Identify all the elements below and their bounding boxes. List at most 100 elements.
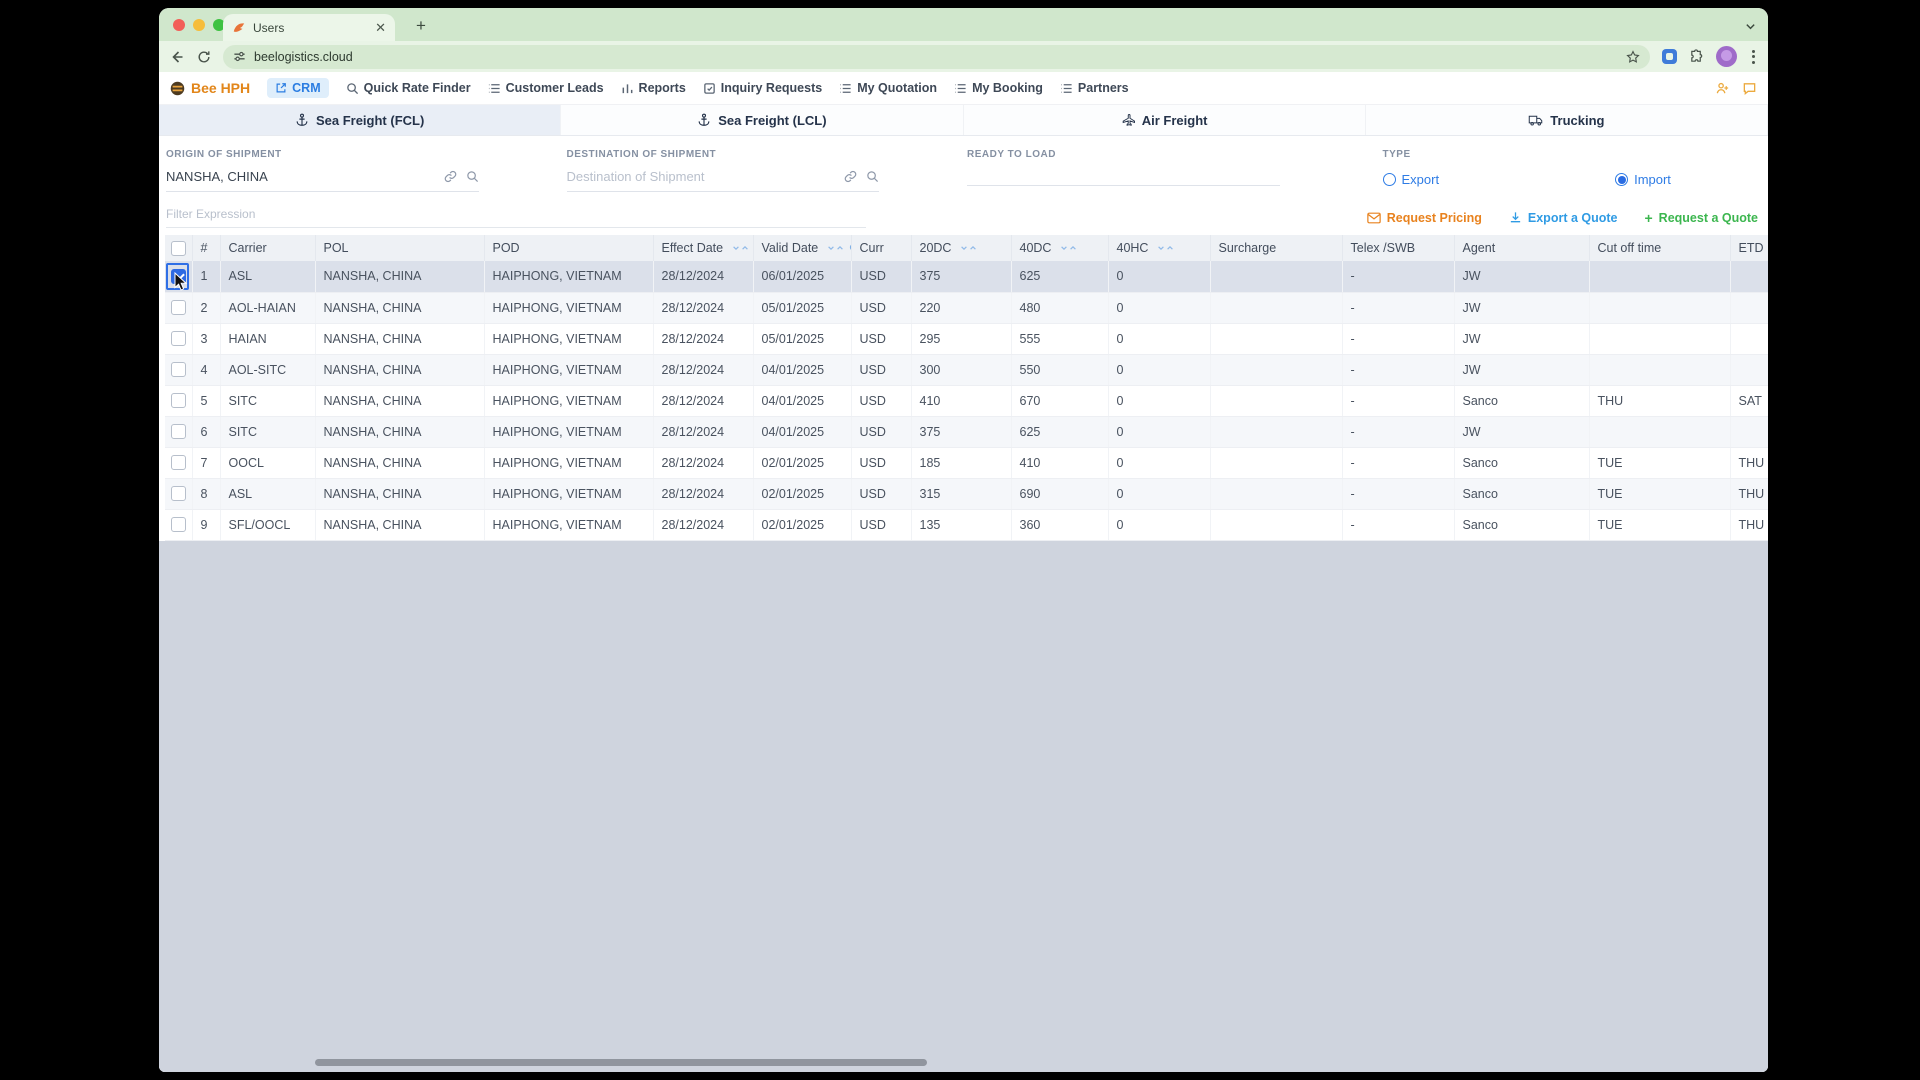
url-bar[interactable]: beelogistics.cloud xyxy=(223,45,1650,69)
tab-sea-freight-fcl[interactable]: Sea Freight (FCL) xyxy=(159,105,561,135)
tab-air-freight[interactable]: Air Freight xyxy=(964,105,1366,135)
row-checkbox[interactable] xyxy=(171,393,186,408)
row-checkbox[interactable] xyxy=(171,517,186,532)
link-icon[interactable] xyxy=(444,170,457,183)
sort-icons[interactable] xyxy=(1157,244,1174,252)
row-checkbox[interactable] xyxy=(171,362,186,377)
row-checkbox[interactable] xyxy=(171,424,186,439)
nav-item-inquiry-requests[interactable]: Inquiry Requests xyxy=(703,81,822,95)
carrier-cell: AOL-SITC xyxy=(220,354,315,385)
profile-avatar[interactable] xyxy=(1716,46,1737,67)
etd-cell: THU xyxy=(1730,447,1768,478)
link-icon[interactable] xyxy=(844,170,857,183)
num-cell: 9 xyxy=(192,509,220,540)
nav-item-customer-leads[interactable]: Customer Leads xyxy=(488,81,604,95)
curr-cell: USD xyxy=(851,447,911,478)
origin-input[interactable]: NANSHA, CHINA xyxy=(166,169,435,184)
table-row[interactable]: 6SITCNANSHA, CHINAHAIPHONG, VIETNAM28/12… xyxy=(165,416,1768,447)
minimize-window-button[interactable] xyxy=(193,19,205,31)
table-row[interactable]: 1ASLNANSHA, CHINAHAIPHONG, VIETNAM28/12/… xyxy=(165,261,1768,292)
puzzle-icon[interactable] xyxy=(1689,49,1704,64)
surcharge-cell xyxy=(1210,416,1342,447)
curr-cell: USD xyxy=(851,385,911,416)
table-row[interactable]: 7OOCLNANSHA, CHINAHAIPHONG, VIETNAM28/12… xyxy=(165,447,1768,478)
telex-cell: - xyxy=(1342,385,1454,416)
page-content: Bee HPH CRM Quick Rate Finder Customer L… xyxy=(159,72,1768,1072)
telex-cell: - xyxy=(1342,261,1454,292)
table-row[interactable]: 5SITCNANSHA, CHINAHAIPHONG, VIETNAM28/12… xyxy=(165,385,1768,416)
radio-export[interactable]: Export xyxy=(1383,172,1440,187)
select-all-checkbox[interactable] xyxy=(171,241,186,256)
sort-icons[interactable] xyxy=(960,244,977,252)
nav-item-reports[interactable]: Reports xyxy=(621,81,686,95)
tab-trucking[interactable]: Trucking xyxy=(1366,105,1768,135)
nav-item-my-booking[interactable]: My Booking xyxy=(954,81,1043,95)
cutoff-cell: TUE xyxy=(1589,447,1730,478)
radio-export-circle[interactable] xyxy=(1383,173,1396,186)
anchor-icon xyxy=(697,113,711,127)
extension-icon[interactable] xyxy=(1662,49,1677,64)
table-row[interactable]: 9SFL/OOCLNANSHA, CHINAHAIPHONG, VIETNAM2… xyxy=(165,509,1768,540)
c40-cell: 410 xyxy=(1011,447,1108,478)
app-navbar: Bee HPH CRM Quick Rate Finder Customer L… xyxy=(159,72,1768,105)
bookmark-star-icon[interactable] xyxy=(1626,50,1640,64)
table-header-row: #CarrierPOLPODEffect DateValid DateCurr2… xyxy=(165,235,1768,261)
pod-cell: HAIPHONG, VIETNAM xyxy=(484,478,653,509)
nav-item-my-quotation[interactable]: My Quotation xyxy=(839,81,937,95)
new-tab-button[interactable]: + xyxy=(411,16,431,36)
c20-cell: 375 xyxy=(911,416,1011,447)
destination-input[interactable]: Destination of Shipment xyxy=(567,169,836,184)
radio-import-circle[interactable] xyxy=(1615,173,1628,186)
row-checkbox[interactable] xyxy=(171,455,186,470)
etd-cell xyxy=(1730,292,1768,323)
refresh-icon[interactable] xyxy=(197,50,211,64)
search-icon[interactable] xyxy=(466,170,479,183)
destination-field-group: DESTINATION OF SHIPMENT Destination of S… xyxy=(567,149,968,192)
nav-item-crm[interactable]: CRM xyxy=(267,78,328,98)
chat-icon[interactable] xyxy=(1742,81,1757,96)
chevron-down-icon[interactable] xyxy=(1745,19,1756,37)
horizontal-scrollbar[interactable] xyxy=(315,1059,927,1066)
row-checkbox[interactable] xyxy=(171,300,186,315)
pol-cell: NANSHA, CHINA xyxy=(315,447,484,478)
col-header-telex: Telex /SWB xyxy=(1342,235,1454,261)
bee-logo-icon xyxy=(170,81,185,96)
row-checkbox[interactable] xyxy=(171,486,186,501)
h40-cell: 0 xyxy=(1108,292,1210,323)
row-checkbox-cell xyxy=(165,478,192,509)
sort-icons[interactable] xyxy=(732,244,749,252)
row-checkbox[interactable] xyxy=(171,331,186,346)
table-row[interactable]: 8ASLNANSHA, CHINAHAIPHONG, VIETNAM28/12/… xyxy=(165,478,1768,509)
browser-menu-icon[interactable] xyxy=(1749,50,1758,64)
cutoff-cell xyxy=(1589,261,1730,292)
ready-to-load-label: READY TO LOAD xyxy=(967,149,1280,160)
browser-toolbar: beelogistics.cloud xyxy=(159,41,1768,72)
back-icon[interactable] xyxy=(169,49,185,65)
request-pricing-button[interactable]: Request Pricing xyxy=(1367,211,1482,225)
filter-expression-input[interactable]: Filter Expression xyxy=(166,207,866,228)
tab-close-icon[interactable]: ✕ xyxy=(375,21,386,34)
col-header-checkbox xyxy=(165,235,192,261)
tab-sea-freight-lcl[interactable]: Sea Freight (LCL) xyxy=(561,105,963,135)
radio-import[interactable]: Import xyxy=(1615,172,1671,187)
surcharge-cell xyxy=(1210,323,1342,354)
export-quote-button[interactable]: Export a Quote xyxy=(1509,211,1618,225)
close-window-button[interactable] xyxy=(173,19,185,31)
col-header-agent: Agent xyxy=(1454,235,1589,261)
carrier-cell: AOL-HAIAN xyxy=(220,292,315,323)
browser-tab[interactable]: Users ✕ xyxy=(223,14,395,41)
num-cell: 1 xyxy=(192,261,220,292)
sort-icons[interactable] xyxy=(1060,244,1077,252)
table-row[interactable]: 2AOL-HAIANNANSHA, CHINAHAIPHONG, VIETNAM… xyxy=(165,292,1768,323)
brand[interactable]: Bee HPH xyxy=(170,80,250,96)
nav-item-partners[interactable]: Partners xyxy=(1060,81,1129,95)
nav-item-quick-rate-finder[interactable]: Quick Rate Finder xyxy=(346,81,471,95)
search-icon[interactable] xyxy=(866,170,879,183)
sort-icons[interactable] xyxy=(827,244,844,252)
request-quote-button[interactable]: + Request a Quote xyxy=(1644,210,1758,226)
site-settings-icon[interactable] xyxy=(233,50,246,63)
add-user-icon[interactable] xyxy=(1715,81,1730,96)
table-row[interactable]: 3HAIANNANSHA, CHINAHAIPHONG, VIETNAM28/1… xyxy=(165,323,1768,354)
table-row[interactable]: 4AOL-SITCNANSHA, CHINAHAIPHONG, VIETNAM2… xyxy=(165,354,1768,385)
c20-cell: 185 xyxy=(911,447,1011,478)
